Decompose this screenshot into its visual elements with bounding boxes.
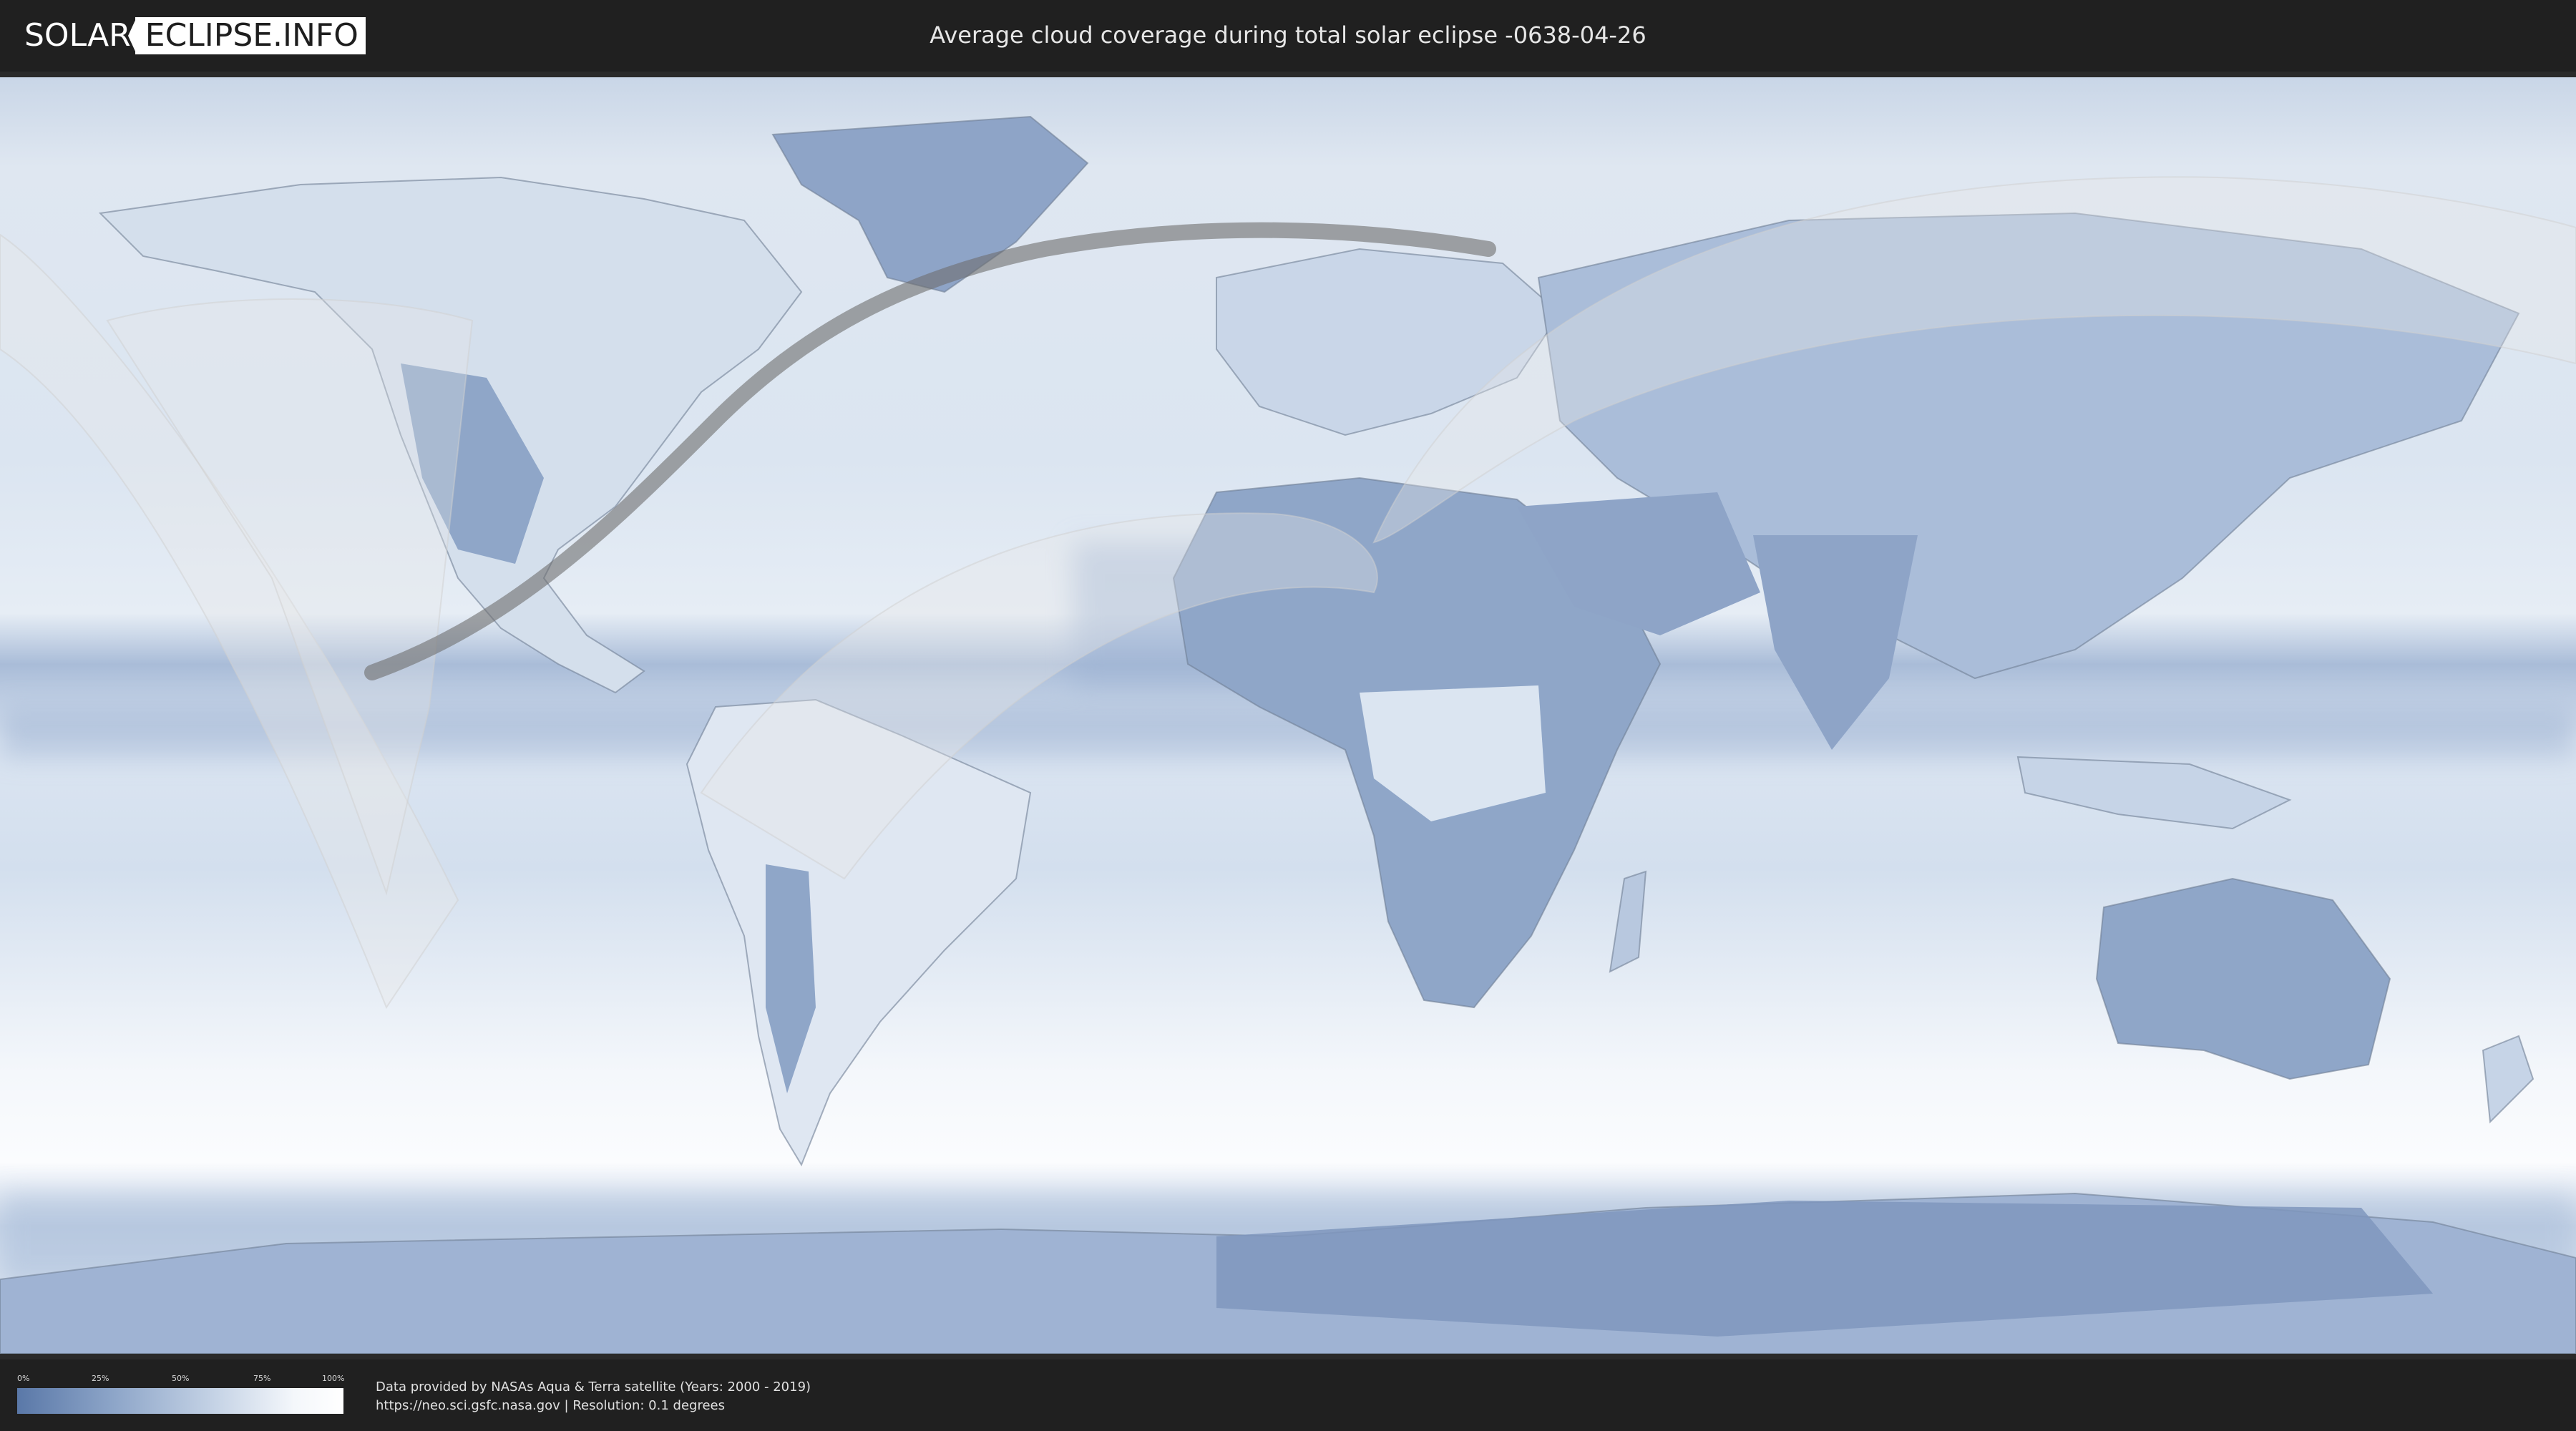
legend-tick: 50%: [172, 1374, 190, 1383]
data-credits: Data provided by NASAs Aqua & Terra sate…: [376, 1378, 811, 1415]
cloud-coverage-map: [0, 77, 2576, 1354]
legend-tick: 25%: [92, 1374, 109, 1383]
legend-ticks: 0% 25% 50% 75% 100%: [17, 1374, 345, 1385]
legend-tick: 0%: [17, 1374, 30, 1383]
credit-line-url: https://neo.sci.gsfc.nasa.gov | Resoluti…: [376, 1398, 725, 1413]
legend-tick: 75%: [253, 1374, 271, 1383]
legend-tick: 100%: [322, 1374, 345, 1383]
credit-line-source: Data provided by NASAs Aqua & Terra sate…: [376, 1379, 811, 1395]
page-title: Average cloud coverage during total sola…: [930, 21, 1646, 49]
legend-gradient-bar: [17, 1388, 343, 1414]
header-bar: SOLAR ECLIPSE.INFO Average cloud coverag…: [0, 0, 2576, 72]
cloud-coverage-legend: 0% 25% 50% 75% 100%: [17, 1374, 345, 1414]
